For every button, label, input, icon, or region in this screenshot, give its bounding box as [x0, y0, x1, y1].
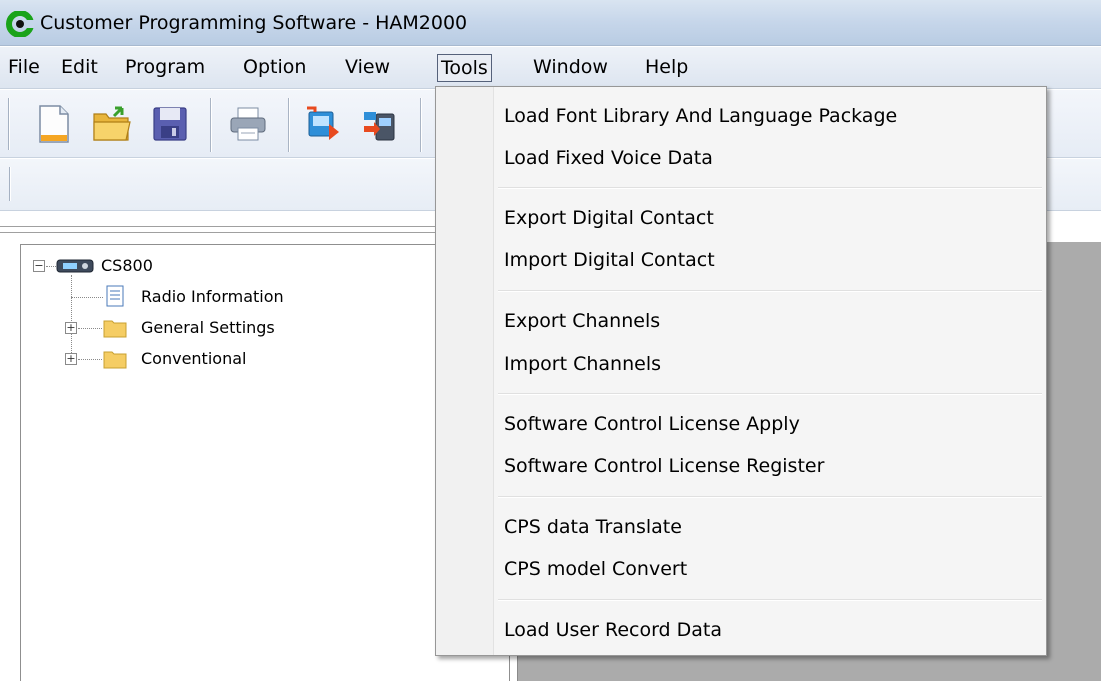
menu-item-export-channels[interactable]: Export Channels: [504, 306, 660, 336]
expand-toggle[interactable]: +: [65, 353, 77, 365]
collapse-toggle[interactable]: −: [33, 260, 45, 272]
menu-tools[interactable]: Tools: [437, 54, 492, 82]
tree-item-radio-information[interactable]: Radio Information: [141, 285, 284, 309]
toolbar-grip[interactable]: [8, 98, 10, 150]
menu-item-import-digital-contact[interactable]: Import Digital Contact: [504, 245, 715, 275]
menu-bar: File Edit Program Option View Tools Wind…: [0, 47, 1101, 89]
toolbar-separator: [288, 98, 290, 152]
menu-item-cps-model-convert[interactable]: CPS model Convert: [504, 554, 687, 584]
new-file-icon[interactable]: [34, 104, 74, 144]
menu-separator: [498, 393, 1042, 395]
menu-option[interactable]: Option: [240, 54, 309, 82]
tree-connector: [78, 359, 102, 360]
menu-separator: [498, 290, 1042, 292]
toolbar-separator: [420, 98, 422, 152]
tree-connector: [71, 297, 103, 298]
folder-icon: [103, 351, 127, 369]
radio-device-icon: [56, 259, 94, 273]
window-title: Customer Programming Software - HAM2000: [40, 12, 468, 34]
menu-item-load-font-library[interactable]: Load Font Library And Language Package: [504, 101, 897, 131]
menu-window[interactable]: Window: [530, 54, 611, 82]
tree-item-conventional[interactable]: Conventional: [141, 347, 246, 371]
toolbar-separator: [210, 98, 212, 152]
menu-program[interactable]: Program: [122, 54, 208, 82]
menu-separator: [498, 496, 1042, 498]
menu-help[interactable]: Help: [642, 54, 691, 82]
save-icon[interactable]: [150, 104, 190, 144]
folder-icon: [103, 320, 127, 338]
menu-item-load-fixed-voice-data[interactable]: Load Fixed Voice Data: [504, 143, 713, 173]
menu-item-import-channels[interactable]: Import Channels: [504, 349, 661, 379]
tree-root-cs800[interactable]: CS800: [101, 254, 153, 278]
write-to-radio-icon[interactable]: [360, 104, 400, 144]
menu-item-load-user-record-data[interactable]: Load User Record Data: [504, 615, 722, 645]
menu-item-license-apply[interactable]: Software Control License Apply: [504, 409, 800, 439]
expand-toggle[interactable]: +: [65, 322, 77, 334]
menu-separator: [498, 599, 1042, 601]
tree-item-general-settings[interactable]: General Settings: [141, 316, 275, 340]
document-list-icon: [106, 285, 124, 307]
menu-view[interactable]: View: [342, 54, 393, 82]
open-folder-icon[interactable]: [92, 104, 132, 144]
menu-item-export-digital-contact[interactable]: Export Digital Contact: [504, 203, 714, 233]
title-bar: Customer Programming Software - HAM2000: [0, 0, 1101, 46]
menu-item-license-register[interactable]: Software Control License Register: [504, 451, 824, 481]
menu-file[interactable]: File: [5, 54, 43, 82]
menu-icon-gutter: [436, 87, 494, 655]
menu-separator: [498, 187, 1042, 189]
print-icon[interactable]: [228, 104, 268, 144]
toolbar-grip[interactable]: [9, 167, 11, 201]
read-from-radio-icon[interactable]: [303, 104, 343, 144]
tree-connector: [78, 328, 102, 329]
tools-menu: Load Font Library And Language Package L…: [435, 86, 1047, 656]
menu-edit[interactable]: Edit: [58, 54, 101, 82]
menu-item-cps-data-translate[interactable]: CPS data Translate: [504, 512, 682, 542]
app-logo-icon: [6, 11, 34, 37]
